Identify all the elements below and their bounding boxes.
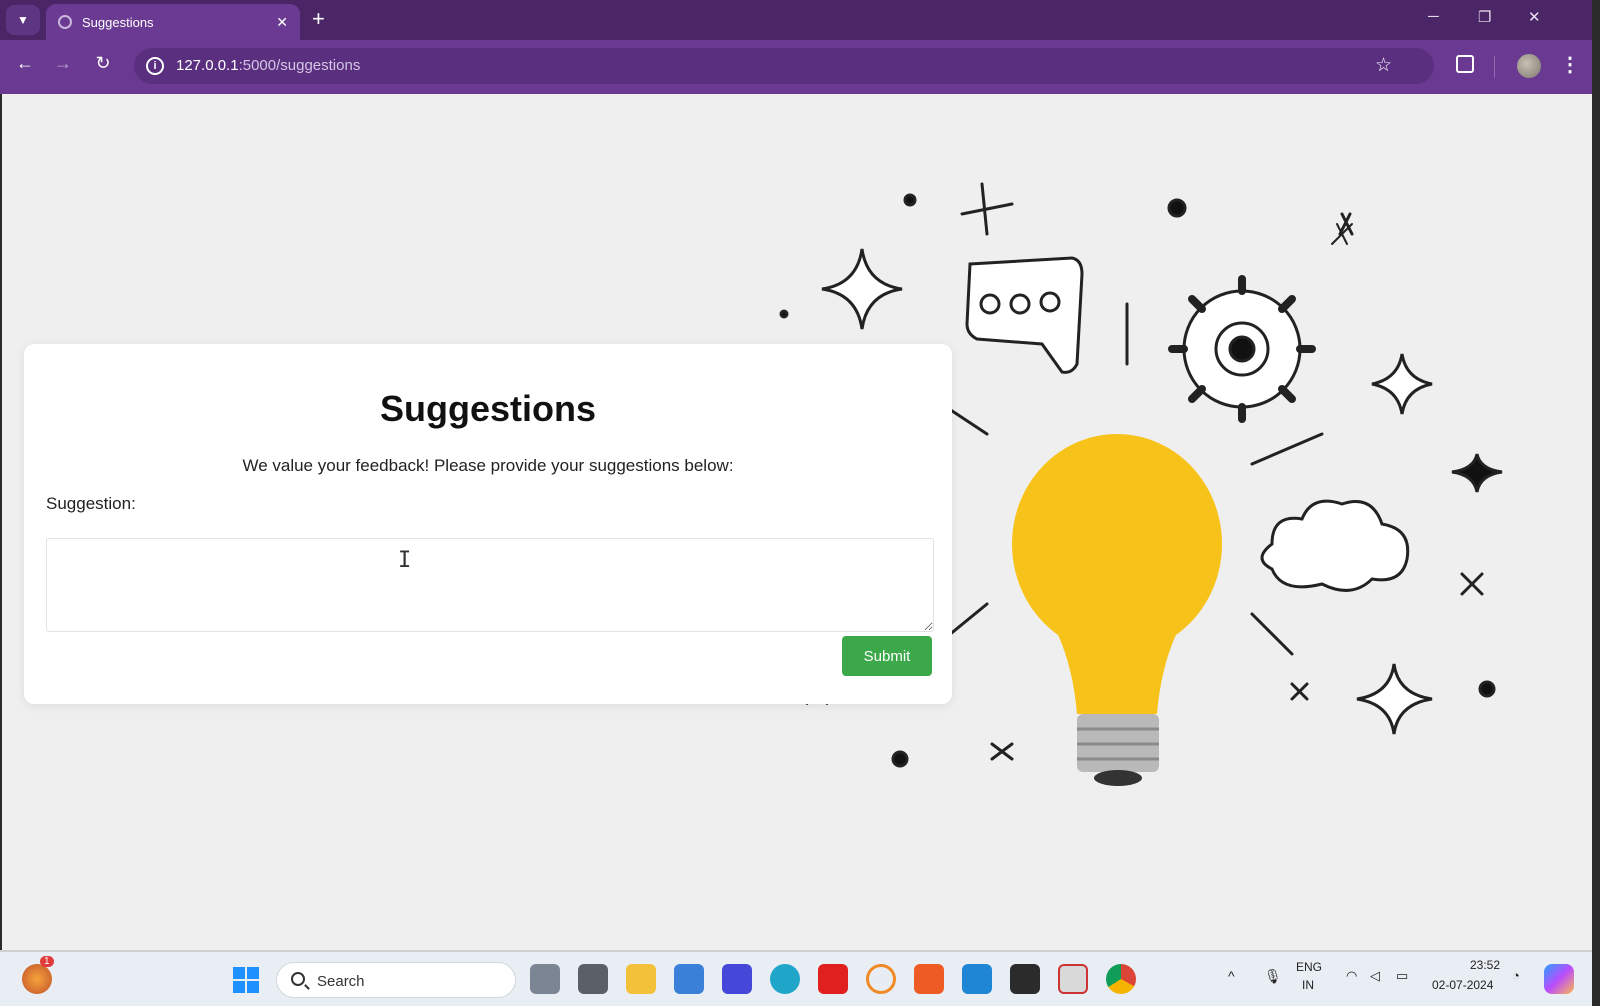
volume-icon[interactable]: ◁	[1370, 968, 1380, 984]
address-bar[interactable]: i 127.0.0.1:5000/suggestions ☆	[134, 48, 1434, 84]
url-host: 127.0.0.1	[176, 57, 239, 74]
browser-tab-bar: ▼ Suggestions ✕ + ─ ❐ ✕	[0, 0, 1592, 40]
notification-bell-icon[interactable]: ◔	[1512, 968, 1520, 983]
terminal-icon[interactable]	[1010, 964, 1040, 994]
site-info-icon[interactable]: i	[146, 57, 164, 75]
favicon-globe-icon	[58, 15, 72, 29]
windows-start-icon[interactable]	[233, 967, 259, 993]
url-text[interactable]: 127.0.0.1:5000/suggestions	[176, 57, 360, 74]
windows-taskbar: 1 Search ^ 🎙 ENG IN ◠ ◁ ▭ 23:52 02-07-20…	[0, 952, 1592, 1006]
suggestion-textarea[interactable]	[46, 538, 934, 632]
taskbar-search-box[interactable]: Search	[276, 962, 516, 998]
chrome-icon[interactable]	[1106, 964, 1136, 994]
back-button[interactable]: ←	[12, 53, 38, 74]
suggestions-form-card: Suggestions We value your feedback! Plea…	[24, 344, 952, 704]
window-frame-edge	[1592, 0, 1600, 1006]
clock-date[interactable]: 02-07-2024	[1432, 978, 1493, 992]
brave-browser-icon[interactable]	[914, 964, 944, 994]
minimize-button[interactable]: ─	[1428, 8, 1439, 25]
toolbar-divider	[1494, 56, 1495, 78]
reload-button[interactable]: ↻	[90, 53, 116, 74]
notification-count-badge: 1	[40, 956, 54, 967]
edge-browser-icon[interactable]	[770, 964, 800, 994]
submit-button[interactable]: Submit	[842, 636, 932, 676]
new-tab-button[interactable]: +	[312, 6, 325, 32]
search-label: Search	[317, 973, 365, 990]
suggestion-field-label: Suggestion:	[46, 494, 136, 513]
profile-avatar[interactable]	[1517, 54, 1541, 78]
widgets-app-icon[interactable]	[578, 964, 608, 994]
wifi-icon[interactable]: ◠	[1346, 968, 1357, 984]
tray-overflow-chevron-icon[interactable]: ^	[1228, 968, 1235, 984]
app-icon-purple[interactable]	[722, 964, 752, 994]
snipping-tool-icon[interactable]	[1058, 964, 1088, 994]
battery-icon[interactable]: ▭	[1396, 968, 1408, 984]
text-cursor-icon: I	[398, 548, 412, 573]
task-view-icon[interactable]	[530, 964, 560, 994]
file-explorer-icon[interactable]	[626, 964, 656, 994]
active-tab[interactable]: Suggestions ✕	[46, 4, 300, 40]
browser-menu-icon[interactable]: ⋮	[1560, 52, 1580, 77]
clock-time[interactable]: 23:52	[1470, 958, 1500, 972]
store-icon[interactable]	[674, 964, 704, 994]
url-path: :5000/suggestions	[238, 57, 361, 74]
language-label[interactable]: ENG	[1296, 960, 1322, 974]
page-title: Suggestions	[379, 388, 597, 429]
page-viewport: Suggestions We value your feedback! Plea…	[2, 94, 1592, 952]
browser-toolbar: ← → ↻ i 127.0.0.1:5000/suggestions ☆ ⋮	[0, 40, 1592, 94]
vscode-icon[interactable]	[962, 964, 992, 994]
tab-title: Suggestions	[82, 14, 154, 30]
search-icon	[291, 972, 305, 986]
close-window-button[interactable]: ✕	[1528, 8, 1541, 26]
notification-app-icon[interactable]	[22, 964, 52, 994]
tab-close-icon[interactable]: ✕	[276, 14, 288, 31]
bookmark-star-icon[interactable]: ☆	[1375, 54, 1392, 77]
youtube-icon[interactable]	[818, 964, 848, 994]
copilot-icon[interactable]	[1544, 964, 1574, 994]
page-subtitle: We value your feedback! Please provide y…	[242, 456, 734, 475]
microphone-icon[interactable]: 🎙	[1264, 968, 1282, 985]
forward-button[interactable]: →	[50, 53, 76, 74]
extensions-icon[interactable]	[1456, 55, 1474, 73]
tab-search-menu-button[interactable]: ▼	[6, 5, 40, 35]
region-label[interactable]: IN	[1302, 978, 1314, 992]
jupyter-icon[interactable]	[866, 964, 896, 994]
restore-button[interactable]: ❐	[1478, 8, 1491, 26]
